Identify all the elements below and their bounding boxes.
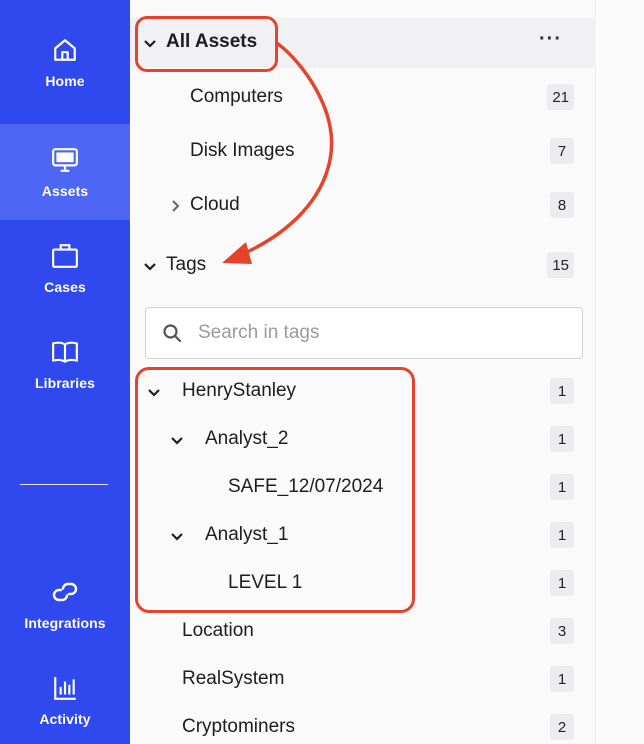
chevron-down-icon[interactable] <box>141 34 159 52</box>
all-assets-title: All Assets <box>166 31 258 52</box>
count-badge: 2 <box>550 714 574 740</box>
count-badge: 21 <box>547 84 574 110</box>
tag-item-label: Cryptominers <box>182 716 295 737</box>
count-badge: 1 <box>550 522 574 548</box>
chevron-down-icon[interactable] <box>145 383 163 401</box>
nav-item-activity[interactable]: Activity <box>0 652 130 744</box>
tag-item-label: Location <box>182 620 254 641</box>
tag-item-level-1[interactable]: LEVEL 1 1 <box>130 559 596 607</box>
nav-label: Cases <box>44 279 86 295</box>
more-options-icon[interactable]: ··· <box>539 28 562 51</box>
bar-chart-icon <box>50 673 80 703</box>
tags-title: Tags <box>166 254 207 275</box>
tags-header[interactable]: Tags 15 <box>130 241 596 289</box>
count-badge: 1 <box>550 666 574 692</box>
tag-item-label: SAFE_12/07/2024 <box>228 476 384 497</box>
tag-item-label: LEVEL 1 <box>228 572 303 593</box>
monitor-icon <box>50 145 80 175</box>
nav-item-assets[interactable]: Assets <box>0 124 130 220</box>
chevron-right-icon[interactable] <box>166 197 184 215</box>
search-icon <box>146 308 198 358</box>
count-badge: 3 <box>550 618 574 644</box>
link-icon <box>50 577 80 607</box>
tag-item-location[interactable]: Location 3 <box>130 607 596 655</box>
count-badge: 8 <box>550 192 574 218</box>
asset-tree-panel: All Assets ··· Computers 21 Disk Images … <box>130 0 596 744</box>
nav-label: Activity <box>39 711 91 727</box>
nav-label: Integrations <box>24 615 106 631</box>
tag-item-label: RealSystem <box>182 668 285 689</box>
chevron-down-icon[interactable] <box>168 527 186 545</box>
tag-item-safe[interactable]: SAFE_12/07/2024 1 <box>130 463 596 511</box>
content-area <box>597 0 644 744</box>
nav-divider <box>20 484 108 485</box>
asset-item-cloud[interactable]: Cloud 8 <box>130 181 596 229</box>
tag-item-label: HenryStanley <box>182 380 297 401</box>
nav-item-libraries[interactable]: Libraries <box>0 316 130 412</box>
asset-item-label: Cloud <box>190 194 240 215</box>
briefcase-icon <box>50 241 80 271</box>
count-badge: 1 <box>550 426 574 452</box>
nav-label: Libraries <box>34 375 96 391</box>
nav-label: Home <box>45 73 85 89</box>
count-badge: 7 <box>550 138 574 164</box>
nav-label: Assets <box>41 183 89 199</box>
count-badge: 15 <box>547 252 574 278</box>
all-assets-header[interactable]: All Assets ··· <box>130 18 596 68</box>
book-icon <box>50 337 80 367</box>
tag-item-analyst-2[interactable]: Analyst_2 1 <box>130 415 596 463</box>
asset-item-label: Computers <box>190 86 283 107</box>
home-icon <box>50 35 80 65</box>
asset-item-label: Disk Images <box>190 140 295 161</box>
tag-search-box <box>145 307 583 359</box>
count-badge: 1 <box>550 378 574 404</box>
chevron-down-icon[interactable] <box>141 257 159 275</box>
tag-item-realsystem[interactable]: RealSystem 1 <box>130 655 596 703</box>
count-badge: 1 <box>550 570 574 596</box>
asset-item-disk-images[interactable]: Disk Images 7 <box>130 127 596 175</box>
count-badge: 1 <box>550 474 574 500</box>
tag-item-cryptominers[interactable]: Cryptominers 2 <box>130 703 596 744</box>
main-navigation: Home Assets Cases Libraries Integrations… <box>0 0 130 744</box>
tag-item-henrystanley[interactable]: HenryStanley 1 <box>130 367 596 415</box>
nav-item-cases[interactable]: Cases <box>0 220 130 316</box>
nav-item-home[interactable]: Home <box>0 14 130 110</box>
chevron-down-icon[interactable] <box>168 431 186 449</box>
tag-item-label: Analyst_2 <box>205 428 289 449</box>
tag-item-label: Analyst_1 <box>205 524 289 545</box>
nav-item-integrations[interactable]: Integrations <box>0 556 130 652</box>
tag-search-input[interactable] <box>198 310 558 356</box>
asset-item-computers[interactable]: Computers 21 <box>130 73 596 121</box>
tag-item-analyst-1[interactable]: Analyst_1 1 <box>130 511 596 559</box>
